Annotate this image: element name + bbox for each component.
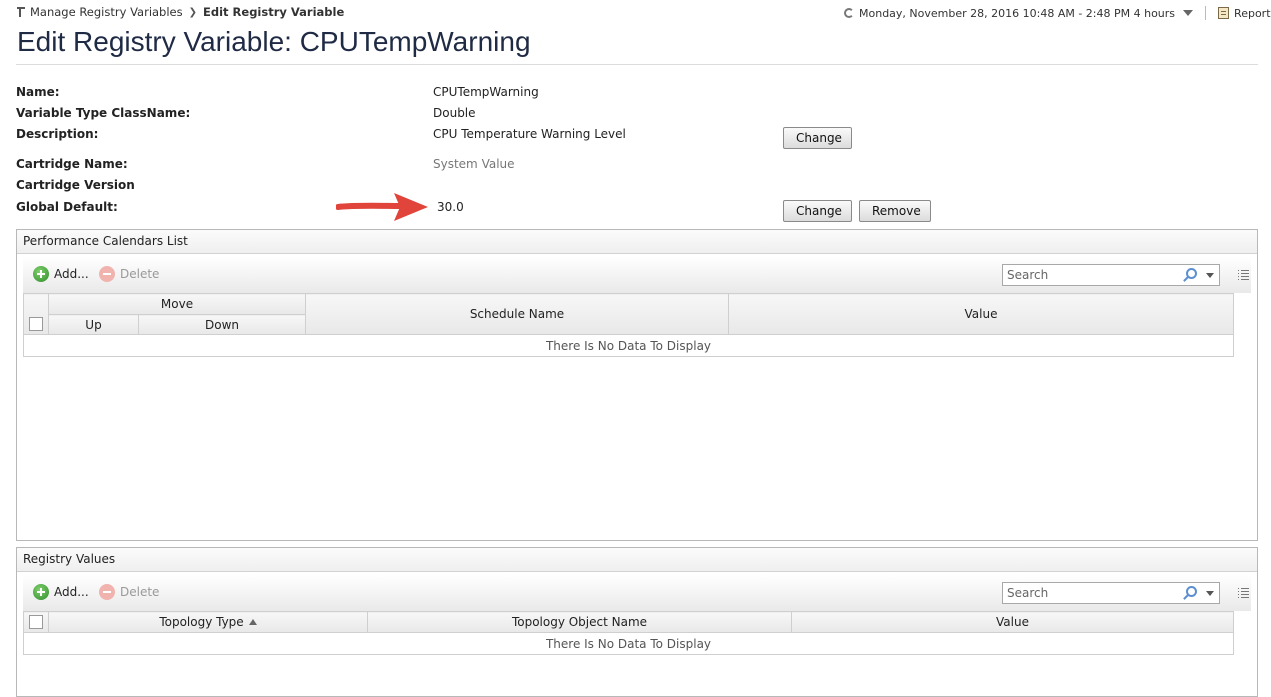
cartridge-version-label: Cartridge Version [16,178,135,192]
column-header-up[interactable]: Up [48,314,139,335]
remove-default-button[interactable]: Remove [859,200,931,222]
panel-title: Performance Calendars List [17,230,1257,254]
add-button[interactable]: Add... [33,266,89,282]
select-all-checkbox[interactable] [29,317,43,331]
column-header-schedule-name[interactable]: Schedule Name [305,293,729,335]
add-icon [33,584,49,600]
chevron-down-icon[interactable] [1206,273,1214,278]
column-header-move: Move [48,293,306,315]
delete-button[interactable]: Delete [99,584,159,600]
cartridge-name-value: System Value [433,157,515,171]
delete-icon [99,266,115,282]
chevron-down-icon[interactable] [1206,591,1214,596]
select-all-cell [23,611,49,633]
description-value: CPU Temperature Warning Level [433,127,626,141]
delete-icon [99,584,115,600]
sort-ascending-icon [248,619,257,625]
column-header-label: Topology Type [159,615,244,629]
delete-button[interactable]: Delete [99,266,159,282]
global-default-label: Global Default: [16,200,118,214]
add-button[interactable]: Add... [33,584,89,600]
cartridge-name-label: Cartridge Name: [16,157,128,171]
empty-message: There Is No Data To Display [23,632,1234,655]
divider [16,64,1258,65]
refresh-icon[interactable] [844,8,854,18]
column-header-topology-type[interactable]: Topology Type [48,611,368,633]
empty-message: There Is No Data To Display [23,334,1234,357]
select-all-checkbox[interactable] [29,615,43,630]
breadcrumb-parent-link[interactable]: Manage Registry Variables [30,5,183,19]
add-label: Add... [54,585,89,599]
name-value: CPUTempWarning [433,85,539,99]
column-settings-icon[interactable] [1238,269,1249,280]
calendars-table: Move Schedule Name Value Up Down There I… [23,293,1234,357]
name-label: Name: [16,85,60,99]
time-range-bar: Monday, November 28, 2016 10:48 AM - 2:4… [844,6,1271,20]
column-settings-icon[interactable] [1238,587,1249,598]
column-header-value[interactable]: Value [728,293,1234,335]
registry-values-table: Topology Type Topology Object Name Value… [23,611,1234,655]
delete-label: Delete [120,267,160,281]
change-default-button[interactable]: Change [783,200,852,222]
variable-type-value: Double [433,106,476,120]
column-header-topology-object-name[interactable]: Topology Object Name [367,611,792,633]
select-all-cell [23,293,49,335]
page-title: Edit Registry Variable: CPUTempWarning [17,26,531,57]
search-icon[interactable] [1186,586,1197,597]
panel-title: Registry Values [17,548,1257,572]
breadcrumb: Manage Registry Variables ❯ Edit Registr… [16,5,344,19]
search-icon[interactable] [1186,268,1197,279]
add-label: Add... [54,267,89,281]
home-icon[interactable] [16,7,26,17]
add-icon [33,266,49,282]
annotation-arrow-icon [336,193,428,221]
time-range-selector[interactable]: Monday, November 28, 2016 10:48 AM - 2:4… [859,7,1175,20]
chevron-down-icon[interactable] [1183,10,1194,16]
breadcrumb-current: Edit Registry Variable [203,5,345,19]
reports-icon [1218,7,1230,19]
column-header-value[interactable]: Value [791,611,1234,633]
delete-label: Delete [120,585,160,599]
chevron-right-icon: ❯ [188,6,198,18]
global-default-value: 30.0 [437,200,464,214]
description-label: Description: [16,127,99,141]
divider [1205,6,1207,20]
variable-type-label: Variable Type ClassName: [16,106,191,120]
change-description-button[interactable]: Change [783,127,852,149]
registry-values-panel: Registry Values Add... Delete Topology T… [16,547,1258,697]
performance-calendars-panel: Performance Calendars List Add... Delete… [16,229,1258,541]
column-header-down[interactable]: Down [138,314,306,335]
reports-menu[interactable]: Reports [1234,7,1271,20]
